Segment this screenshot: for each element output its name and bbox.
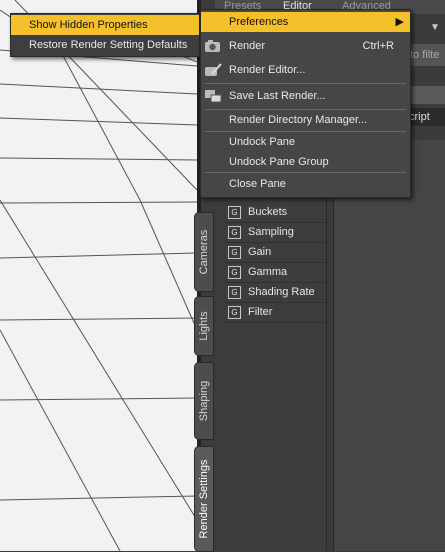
menu-item-label: Render: [229, 40, 266, 52]
tab-lights[interactable]: Lights: [194, 296, 214, 356]
menu-item-label: Preferences: [229, 16, 289, 28]
script-row[interactable]: cript: [409, 108, 445, 126]
menu-item-label: Close Pane: [229, 178, 286, 190]
tab-shaping[interactable]: Shaping: [194, 362, 214, 440]
group-icon: G: [228, 245, 241, 259]
tab-render-settings-label: Render Settings: [198, 459, 210, 539]
menu-item-label: Restore Render Setting Defaults: [29, 39, 188, 51]
save-render-icon: [204, 89, 222, 103]
menu-item-render[interactable]: Render Ctrl+R: [201, 36, 410, 56]
menu-item-close-pane[interactable]: Close Pane: [201, 174, 410, 194]
menu-separator: [205, 172, 406, 173]
property-editor-pane: [333, 140, 445, 551]
group-icon: G: [228, 225, 241, 239]
menu-item-save-last-render[interactable]: Save Last Render...: [201, 86, 410, 106]
list-item-label: Buckets: [248, 206, 288, 218]
menu-item-restore-render-defaults[interactable]: Restore Render Setting Defaults: [11, 35, 199, 55]
pane-options-menu: Preferences ▶ Render Ctrl+R Render Edito…: [200, 9, 411, 198]
list-item[interactable]: G Shading Rate: [222, 282, 326, 303]
tab-cameras-label: Cameras: [198, 229, 210, 275]
menu-item-undock-pane-group[interactable]: Undock Pane Group: [201, 152, 410, 172]
list-item-label: Gamma: [248, 266, 288, 278]
camera-icon: [204, 39, 222, 53]
list-item-label: Sampling: [248, 226, 294, 238]
viewport-grid: [0, 0, 197, 551]
preferences-submenu: Show Hidden Properties Restore Render Se…: [10, 13, 200, 57]
menu-item-render-directory-manager[interactable]: Render Directory Manager...: [201, 110, 410, 130]
tab-cameras[interactable]: Cameras: [194, 212, 214, 292]
list-item[interactable]: G Filter: [222, 302, 326, 323]
tab-render-settings[interactable]: Render Settings: [194, 446, 214, 552]
menu-separator: [205, 83, 406, 84]
group-icon: G: [228, 265, 241, 279]
list-item-label: Shading Rate: [248, 286, 315, 298]
tab-lights-label: Lights: [198, 311, 210, 341]
menu-item-label: Show Hidden Properties: [29, 19, 148, 31]
menu-item-label: Render Directory Manager...: [229, 114, 368, 126]
chevron-down-icon[interactable]: ▼: [430, 22, 440, 33]
menu-item-show-hidden-properties[interactable]: Show Hidden Properties: [11, 15, 199, 35]
tab-shaping-label: Shaping: [198, 380, 210, 422]
menu-item-label: Render Editor...: [229, 64, 306, 76]
filter-input[interactable]: to filte: [410, 44, 445, 66]
submenu-arrow-icon: ▶: [395, 16, 404, 28]
render-editor-icon: [204, 63, 222, 77]
list-item-label: Filter: [248, 306, 273, 318]
group-icon: G: [228, 205, 241, 219]
list-item-label: Gain: [248, 246, 272, 258]
group-icon: G: [228, 285, 241, 299]
menu-item-label: Undock Pane Group: [229, 156, 329, 168]
menu-item-label: Save Last Render...: [229, 90, 326, 102]
viewport[interactable]: [0, 0, 197, 551]
menu-item-label: Undock Pane: [229, 136, 296, 148]
list-item[interactable]: G Sampling: [222, 222, 326, 243]
group-icon: G: [228, 305, 241, 319]
menu-item-shortcut: Ctrl+R: [362, 40, 394, 52]
list-item[interactable]: G Gain: [222, 242, 326, 263]
menu-item-preferences[interactable]: Preferences ▶: [201, 12, 410, 32]
menu-item-undock-pane[interactable]: Undock Pane: [201, 132, 410, 152]
list-item[interactable]: G Gamma: [222, 262, 326, 283]
list-item[interactable]: G Buckets: [222, 202, 326, 223]
menu-item-render-editor[interactable]: Render Editor...: [201, 60, 410, 80]
